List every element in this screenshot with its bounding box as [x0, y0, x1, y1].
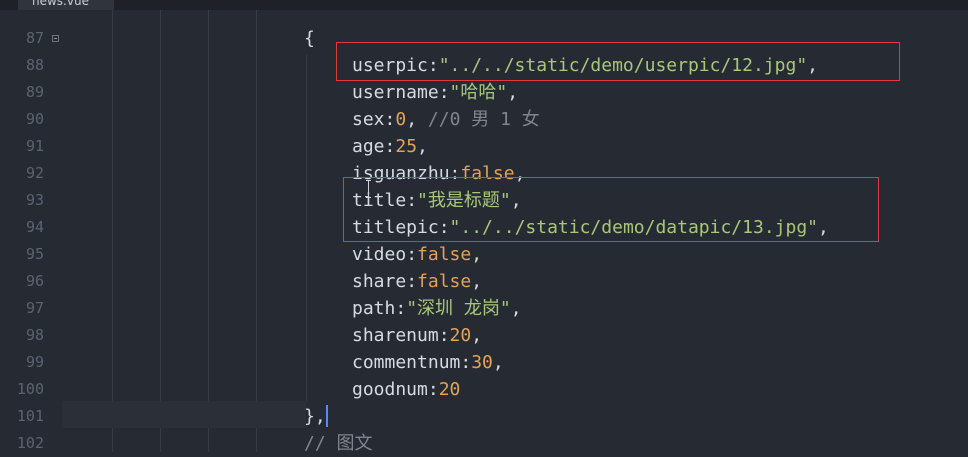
property-key: username: [352, 82, 439, 103]
code-line-102[interactable]: 102 // 图文: [0, 430, 968, 457]
line-number: 94: [25, 218, 44, 236]
line-number: 99: [25, 353, 44, 371]
code-text: goodnum:20: [352, 379, 461, 400]
line-number: 93: [25, 191, 44, 209]
line-number: 91: [25, 137, 44, 155]
line-number: 95: [25, 245, 44, 263]
number-value: 25: [395, 136, 418, 157]
property-key: share: [352, 271, 407, 292]
code-line-98[interactable]: 98 sharenum:20,: [0, 322, 968, 349]
open-brace: {: [304, 28, 315, 49]
code-line-100[interactable]: 100 goodnum:20: [0, 376, 968, 403]
fold-toggle-icon[interactable]: [52, 35, 59, 42]
code-text: age:25,: [352, 136, 428, 157]
number-value: 0: [395, 109, 407, 130]
code-line-91[interactable]: 91 age:25,: [0, 133, 968, 160]
code-line-97[interactable]: 97 path:"深圳 龙岗",: [0, 295, 968, 322]
code-line-101[interactable]: 101 },: [0, 403, 968, 430]
code-text: sharenum:20,: [352, 325, 483, 346]
annotation-box-userpic: [336, 42, 900, 81]
property-key: age: [352, 136, 385, 157]
property-key: goodnum: [352, 379, 428, 400]
property-key: commentnum: [352, 352, 461, 373]
code-line-89[interactable]: 89 username:"哈哈",: [0, 79, 968, 106]
annotation-box-title: [343, 177, 879, 242]
property-key: sex: [352, 109, 385, 130]
string-value: "深圳 龙岗": [406, 298, 511, 319]
close-brace: },: [304, 406, 326, 427]
line-number: 100: [16, 380, 44, 398]
number-value: 20: [438, 379, 461, 400]
property-key: video: [352, 244, 407, 265]
code-line-90[interactable]: 90 sex:0, //0 男 1 女: [0, 106, 968, 133]
code-text: share:false,: [352, 271, 483, 292]
number-value: 20: [449, 325, 472, 346]
line-number: 97: [25, 299, 44, 317]
property-key: sharenum: [352, 325, 439, 346]
tab-news-vue[interactable]: news.vue: [18, 0, 114, 10]
boolean-value: false: [417, 271, 472, 292]
line-number: 98: [25, 326, 44, 344]
code-comment: //0 男 1 女: [427, 109, 540, 130]
line-number: 101: [16, 407, 44, 425]
code-text: video:false,: [352, 244, 483, 265]
line-number: 90: [25, 110, 44, 128]
mouse-ibeam-icon: [366, 180, 372, 198]
line-number: 89: [25, 83, 44, 101]
code-text: username:"哈哈",: [352, 82, 519, 103]
code-text: commentnum:30,: [352, 352, 504, 373]
code-text: path:"深圳 龙岗",: [352, 298, 522, 319]
code-line-99[interactable]: 99 commentnum:30,: [0, 349, 968, 376]
text-cursor: [326, 405, 328, 427]
editor-tab-bar: news.vue: [0, 0, 968, 10]
line-number: 87: [25, 29, 44, 47]
line-number: 102: [16, 434, 44, 452]
property-key: path: [352, 298, 396, 319]
code-text: sex:0, //0 男 1 女: [352, 109, 540, 130]
code-line-95[interactable]: 95 video:false,: [0, 241, 968, 268]
code-comment: // 图文: [304, 433, 373, 454]
line-number: 88: [25, 56, 44, 74]
boolean-value: false: [417, 244, 472, 265]
number-value: 30: [471, 352, 493, 373]
line-number: 96: [25, 272, 44, 290]
code-line-96[interactable]: 96 share:false,: [0, 268, 968, 295]
line-number: 92: [25, 164, 44, 182]
string-value: "哈哈": [449, 82, 508, 103]
